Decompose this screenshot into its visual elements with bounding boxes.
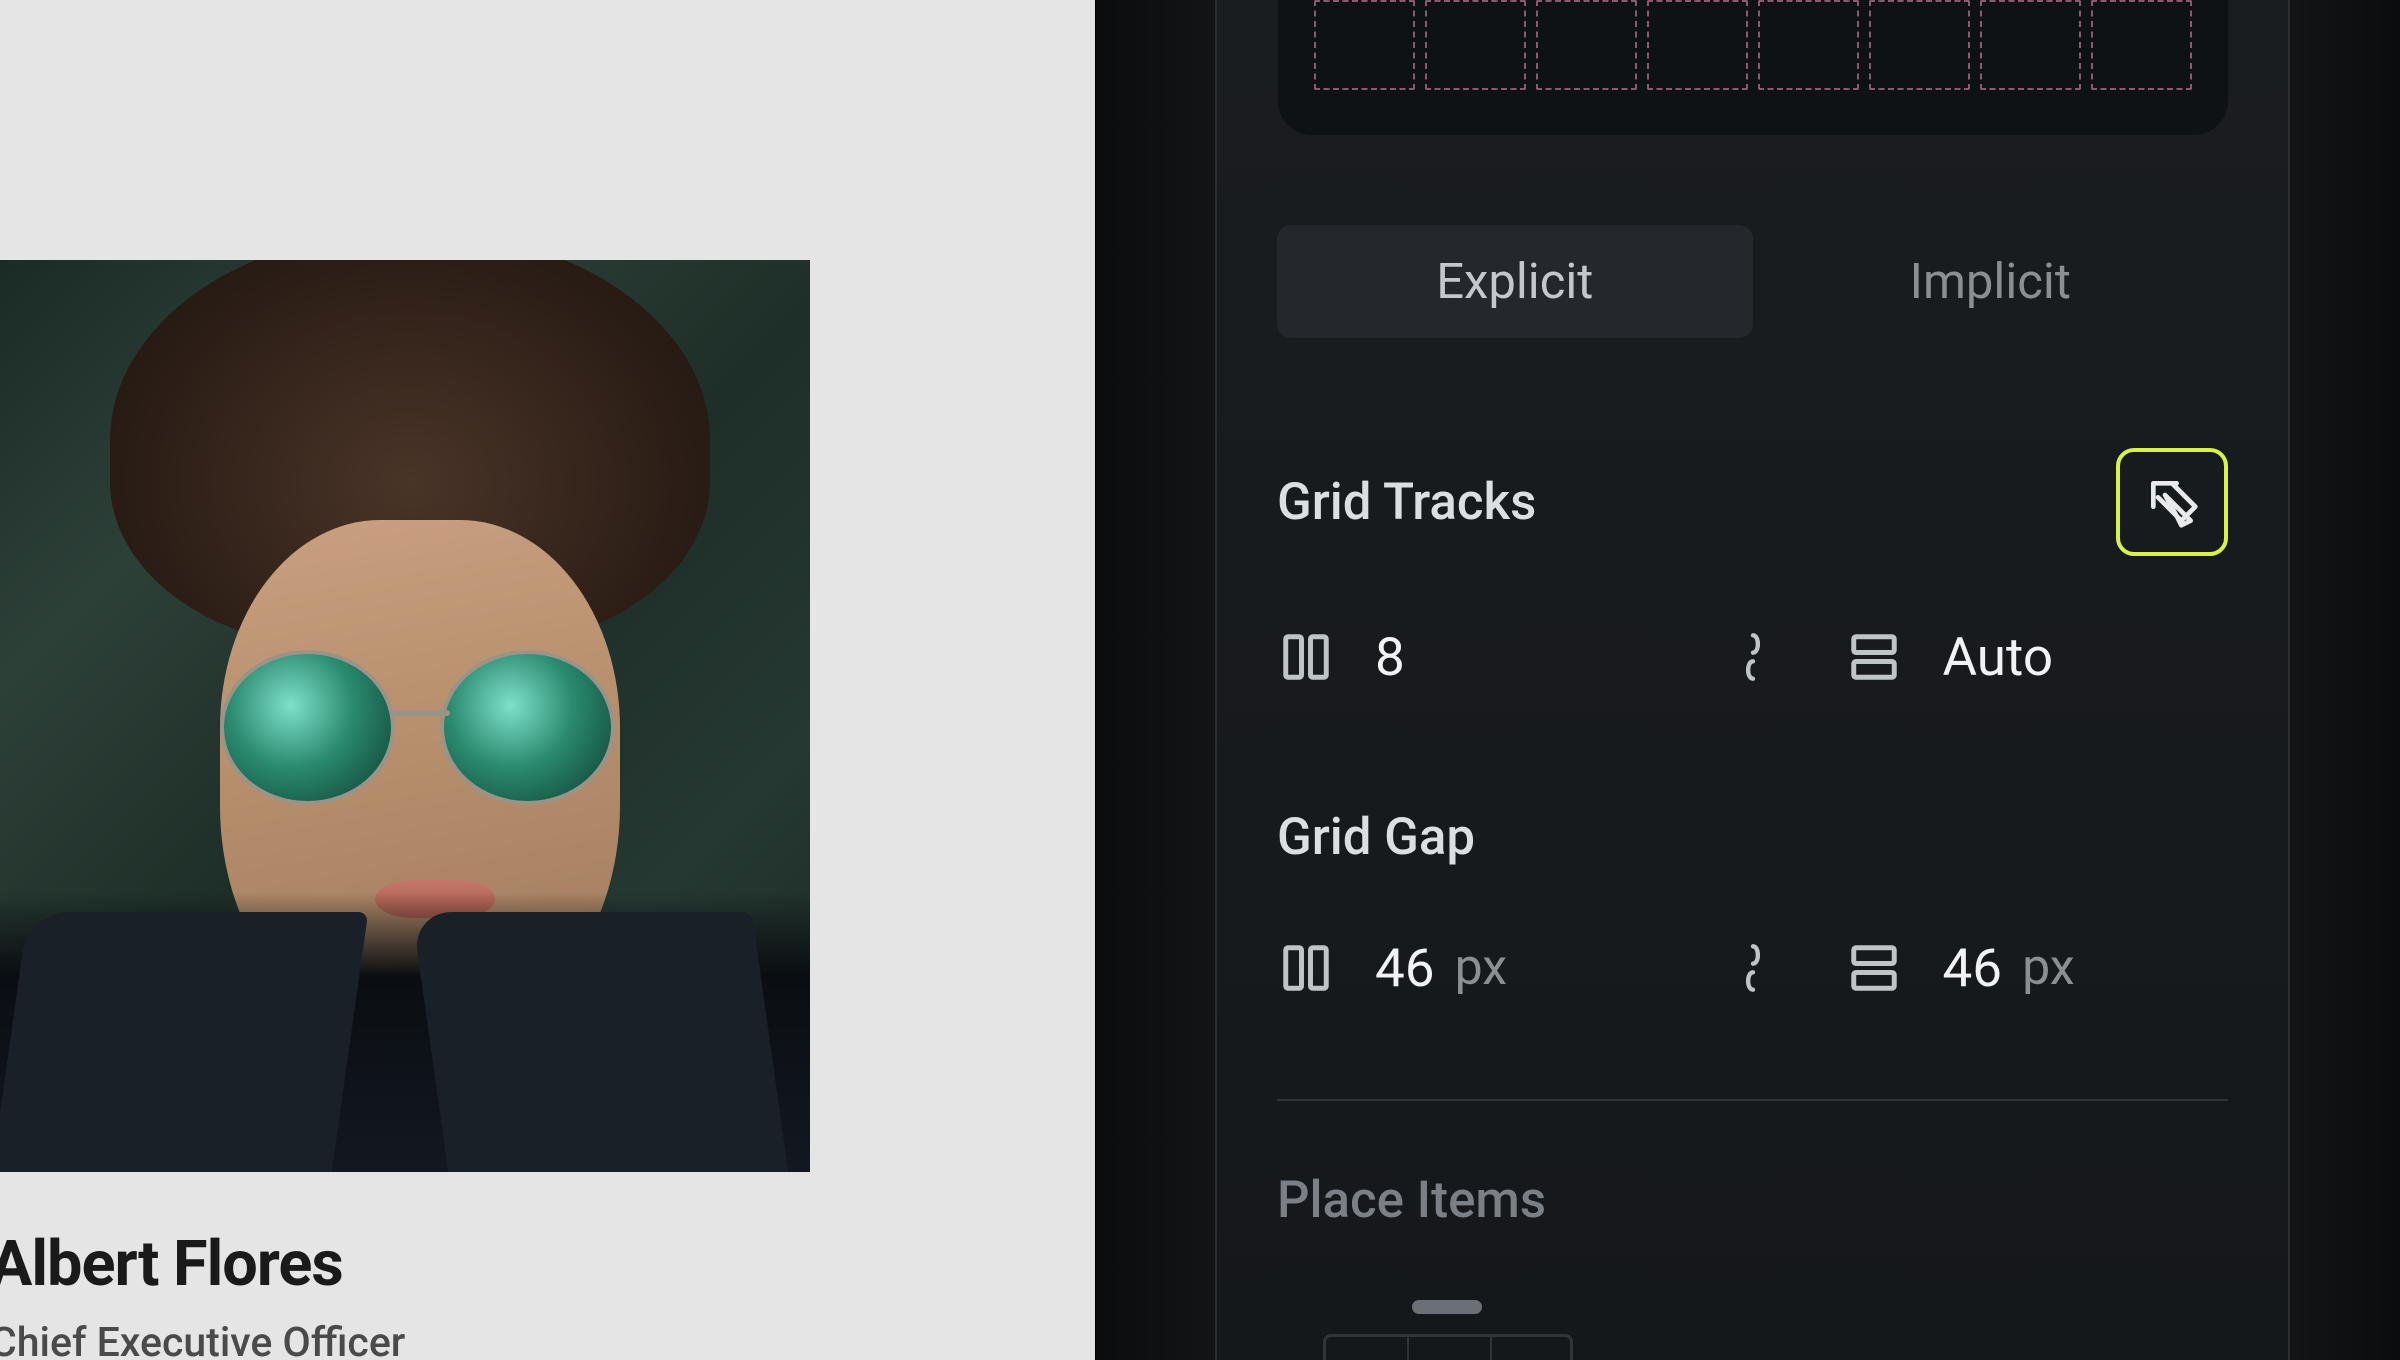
grid-preview[interactable]: [1278, 0, 2228, 135]
columns-icon: [1277, 630, 1335, 684]
link-vertical-icon: [1738, 631, 1768, 683]
person-name: Albert Flores: [0, 1228, 820, 1301]
column-gap-field[interactable]: 46 px: [1277, 937, 1701, 999]
grid-preview-cell[interactable]: [1314, 0, 1415, 90]
place-items-label: Place Items: [1277, 1171, 1546, 1230]
grid-tracks-label: Grid Tracks: [1277, 473, 1536, 532]
grid-rows-field[interactable]: Auto: [1805, 626, 2229, 688]
column-gap-value[interactable]: 46: [1375, 937, 1435, 999]
columns-icon: [1277, 941, 1335, 995]
grid-columns-value[interactable]: 8: [1375, 626, 1405, 688]
grid-preview-cell[interactable]: [1980, 0, 2081, 90]
grid-preview-cell[interactable]: [1536, 0, 1637, 90]
tab-implicit[interactable]: Implicit: [1753, 225, 2229, 338]
grid-preview-cell[interactable]: [2091, 0, 2192, 90]
grid-preview-cell[interactable]: [1647, 0, 1748, 90]
column-gap-unit[interactable]: px: [1455, 939, 1508, 997]
grid-columns-field[interactable]: 8: [1277, 626, 1701, 688]
grid-preview-cell[interactable]: [1758, 0, 1859, 90]
grid-rows-value[interactable]: Auto: [1943, 626, 2054, 688]
grid-preview-cell[interactable]: [1869, 0, 1970, 90]
alignment-grid-control[interactable]: [1277, 1300, 1617, 1360]
section-divider: [1277, 1099, 2228, 1101]
row-gap-value[interactable]: 46: [1943, 937, 2003, 999]
link-columns-rows-toggle[interactable]: [1731, 627, 1775, 687]
drag-handle-icon[interactable]: [1412, 1300, 1482, 1314]
panel-gutter-left: [1095, 0, 1215, 1360]
edit-grid-tracks-button[interactable]: [2116, 448, 2228, 556]
tab-explicit[interactable]: Explicit: [1277, 225, 1753, 338]
pencil-arrow-icon: [2144, 474, 2200, 530]
person-card[interactable]: Albert Flores Chief Executive Officer: [0, 260, 820, 1360]
grid-gap-label: Grid Gap: [1277, 808, 1475, 867]
layout-panel: Explicit Implicit Grid Tracks 8: [1215, 0, 2290, 1360]
rows-icon: [1845, 941, 1903, 995]
person-photo: [0, 260, 810, 1172]
grid-preview-cell[interactable]: [1425, 0, 1526, 90]
rows-icon: [1845, 630, 1903, 684]
person-title: Chief Executive Officer: [0, 1319, 820, 1360]
panel-gutter-right: [2290, 0, 2400, 1360]
row-gap-field[interactable]: 46 px: [1805, 937, 2229, 999]
design-canvas[interactable]: Albert Flores Chief Executive Officer: [0, 0, 1095, 1360]
row-gap-unit[interactable]: px: [2022, 939, 2075, 997]
link-gaps-toggle[interactable]: [1731, 938, 1775, 998]
grid-mode-tabs: Explicit Implicit: [1277, 225, 2228, 338]
link-vertical-icon: [1738, 942, 1768, 994]
